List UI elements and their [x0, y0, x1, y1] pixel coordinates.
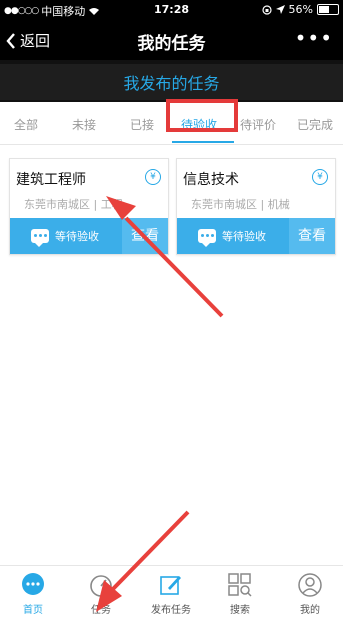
yen-icon: ¥ [145, 169, 161, 185]
tabbar-me[interactable]: 我的 [280, 572, 340, 616]
tabbar-publish-label: 发布任务 [151, 605, 191, 616]
view-button[interactable]: 查看 [122, 218, 168, 254]
task-location: 东莞市南城区 | 机械 [191, 198, 290, 211]
orientation-lock-icon [261, 4, 272, 15]
tabbar-home-label: 首页 [23, 605, 43, 616]
section-header: 我发布的任务 [0, 60, 343, 102]
tab-accepted[interactable]: 已接 [130, 116, 154, 133]
waiting-label: 等待验收 [55, 230, 99, 243]
user-icon [298, 573, 322, 597]
task-actions: 等待验收 查看 [177, 218, 335, 254]
tab-completed[interactable]: 已完成 [297, 116, 333, 133]
task-title: 信息技术 [183, 172, 239, 188]
chat-icon [31, 229, 49, 247]
waiting-acceptance-button[interactable]: 等待验收 [10, 218, 120, 254]
tab-pending-review[interactable]: 待评价 [240, 116, 276, 133]
task-list: 建筑工程师 ¥ 东莞市南城区 | 工程 等待验收 查看 信息技术 ¥ 东莞市南城… [0, 145, 343, 565]
nav-bar: 返回 我的任务 ••• [0, 20, 343, 60]
grid-search-icon [228, 573, 252, 597]
battery-icon [317, 4, 339, 15]
task-title: 建筑工程师 [16, 172, 86, 188]
page-title: 我的任务 [137, 34, 206, 54]
view-button[interactable]: 查看 [289, 218, 335, 254]
task-location: 东莞市南城区 | 工程 [24, 198, 123, 211]
status-right: 56% [261, 3, 339, 16]
annotation-highlight-box [166, 99, 238, 132]
status-bar: ●●○○○ 中国移动 17:28 56% [0, 0, 343, 20]
task-card[interactable]: 建筑工程师 ¥ 东莞市南城区 | 工程 等待验收 查看 [9, 158, 169, 255]
yen-icon: ¥ [312, 169, 328, 185]
task-actions: 等待验收 查看 [10, 218, 168, 254]
tabbar-tasks-label: 任务 [91, 605, 111, 616]
chat-icon [198, 229, 216, 247]
gauge-icon [90, 575, 112, 597]
battery-percent: 56% [288, 3, 313, 16]
more-menu-button[interactable]: ••• [295, 26, 333, 50]
section-title: 我发布的任务 [123, 74, 220, 93]
tabbar-search[interactable]: 搜索 [210, 572, 270, 616]
tab-not-accepted[interactable]: 未接 [72, 116, 96, 133]
edit-icon [160, 576, 181, 595]
location-icon [275, 5, 285, 14]
tabbar-me-label: 我的 [300, 605, 320, 616]
bottom-tab-bar: 首页 任务 发布任务 搜索 我的 [0, 565, 343, 620]
tabbar-tasks[interactable]: 任务 [71, 572, 131, 616]
task-card[interactable]: 信息技术 ¥ 东莞市南城区 | 机械 等待验收 查看 [176, 158, 336, 255]
waiting-acceptance-button[interactable]: 等待验收 [177, 218, 287, 254]
chat-bubble-icon [22, 573, 44, 595]
tab-all[interactable]: 全部 [14, 116, 38, 133]
waiting-label: 等待验收 [222, 230, 266, 243]
tabbar-home[interactable]: 首页 [3, 572, 63, 616]
tabbar-publish[interactable]: 发布任务 [141, 572, 201, 616]
tabbar-search-label: 搜索 [230, 605, 250, 616]
active-tab-indicator [172, 141, 234, 143]
